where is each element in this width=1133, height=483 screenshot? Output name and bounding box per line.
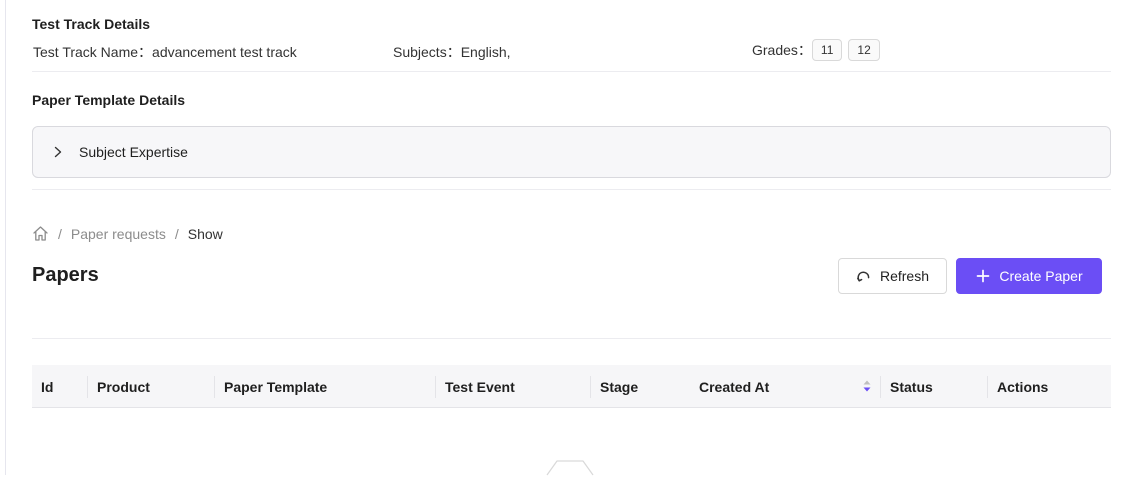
column-header-created-at[interactable]: Created At [699,365,769,408]
breadcrumb-current: Show [187,225,223,242]
column-header-product[interactable]: Product [97,365,150,408]
grade-tag: 11 [811,39,843,61]
refresh-label: Refresh [879,268,930,284]
page-content: Test Track Details Test Track Name：advan… [32,0,1111,478]
breadcrumb-separator: / [174,225,179,242]
left-border [5,0,6,475]
sort-icon[interactable] [862,379,872,393]
subjects: Subjects：English, [393,42,511,62]
test-track-name-label: Test Track Name： [33,44,153,60]
refresh-icon [856,268,872,284]
grade-tag: 12 [848,39,880,61]
empty-box-icon [543,458,597,478]
page-title: Papers [32,264,99,286]
subject-expertise-label: Subject Expertise [79,144,188,160]
create-paper-button[interactable]: Create Paper [956,258,1102,294]
divider [32,189,1111,190]
column-header-stage[interactable]: Stage [600,365,638,408]
breadcrumb-paper-requests[interactable]: Paper requests [71,226,166,242]
column-separator [987,376,988,398]
divider [32,338,1111,339]
subjects-value: English, [460,44,511,60]
column-separator [214,376,215,398]
breadcrumb-separator: / [58,225,62,242]
grades: Grades： 11 12 [752,39,886,61]
divider [32,71,1111,72]
column-separator [590,376,591,398]
subjects-label: Subjects： [393,44,461,60]
column-separator [435,376,436,398]
create-paper-label: Create Paper [999,268,1083,284]
column-header-id[interactable]: Id [41,365,53,408]
test-track-name: Test Track Name：advancement test track [33,42,297,62]
home-icon[interactable] [32,225,49,242]
column-header-paper-template[interactable]: Paper Template [224,365,327,408]
plus-icon [975,268,991,284]
table-header: Id Product Paper Template Test Event Sta… [32,365,1111,408]
column-header-actions: Actions [997,378,1049,395]
column-separator [87,376,88,398]
chevron-right-icon [51,145,65,159]
grades-label: Grades： [752,42,812,58]
subject-expertise-collapse[interactable]: Subject Expertise [32,126,1111,178]
test-track-details-title: Test Track Details [32,16,151,32]
paper-template-details-title: Paper Template Details [32,92,186,108]
column-header-test-event[interactable]: Test Event [445,365,515,408]
test-track-name-value: advancement test track [152,44,297,60]
column-separator [880,376,881,398]
breadcrumb: / Paper requests / Show [32,225,223,242]
refresh-button[interactable]: Refresh [838,258,947,294]
column-header-status[interactable]: Status [890,365,933,408]
